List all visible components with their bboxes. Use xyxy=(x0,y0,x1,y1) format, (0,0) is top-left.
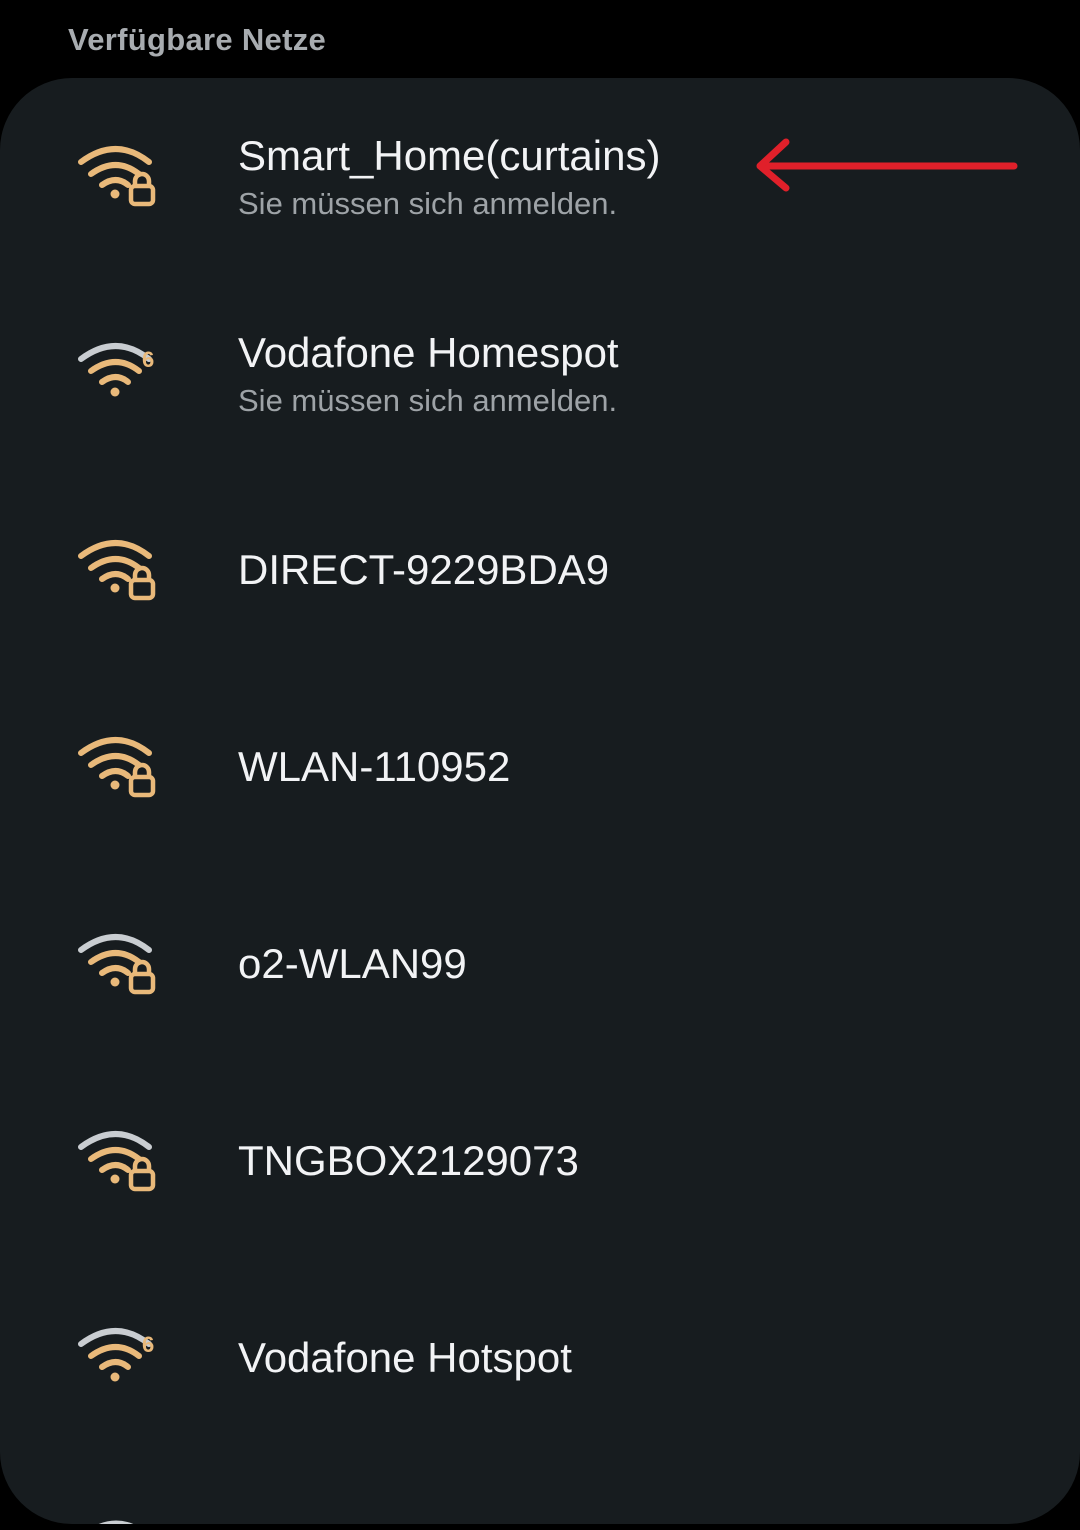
network-item-wlan-110952[interactable]: WLAN-110952 xyxy=(0,669,1080,866)
annotation-arrow-icon xyxy=(756,138,1018,192)
wifi-6-icon: 6 xyxy=(78,343,154,397)
section-title-available-networks: Verfügbare Netze xyxy=(68,22,327,57)
network-item-vodafone-homespot[interactable]: 6 Vodafone Homespot Sie müssen sich anme… xyxy=(0,275,1080,472)
wifi-lock-icon xyxy=(78,146,156,207)
network-item-vodafone-hotspot[interactable]: 6 Vodafone Hotspot xyxy=(0,1260,1080,1457)
wifi-lock-icon xyxy=(78,540,156,601)
wifi-lock-icon xyxy=(78,1131,156,1192)
network-item-o2-wlan99[interactable]: o2-WLAN99 xyxy=(0,866,1080,1063)
network-name: WLAN-110952 xyxy=(238,743,511,790)
wifi-icon-partial xyxy=(98,1520,134,1524)
network-name: o2-WLAN99 xyxy=(238,940,467,987)
wifi-6-icon: 6 xyxy=(78,1328,154,1382)
wifi6-badge: 6 xyxy=(142,347,154,372)
network-status: Sie müssen sich anmelden. xyxy=(238,383,618,418)
wifi-lock-icon xyxy=(78,934,156,995)
network-item-tngbox[interactable]: TNGBOX2129073 xyxy=(0,1063,1080,1260)
wifi-lock-icon xyxy=(78,737,156,798)
network-name: Vodafone Homespot xyxy=(238,329,619,376)
network-name: TNGBOX2129073 xyxy=(238,1137,579,1184)
network-name: DIRECT-9229BDA9 xyxy=(238,546,610,593)
network-name: Vodafone Hotspot xyxy=(238,1334,572,1381)
next-network-item-peek xyxy=(96,1514,136,1524)
wifi6-badge: 6 xyxy=(142,1332,154,1357)
network-status: Sie müssen sich anmelden. xyxy=(238,186,618,221)
network-list-card: Smart_Home(curtains) Sie müssen sich anm… xyxy=(0,78,1080,1524)
network-item-direct[interactable]: DIRECT-9229BDA9 xyxy=(0,472,1080,669)
network-name: Smart_Home(curtains) xyxy=(238,132,661,179)
